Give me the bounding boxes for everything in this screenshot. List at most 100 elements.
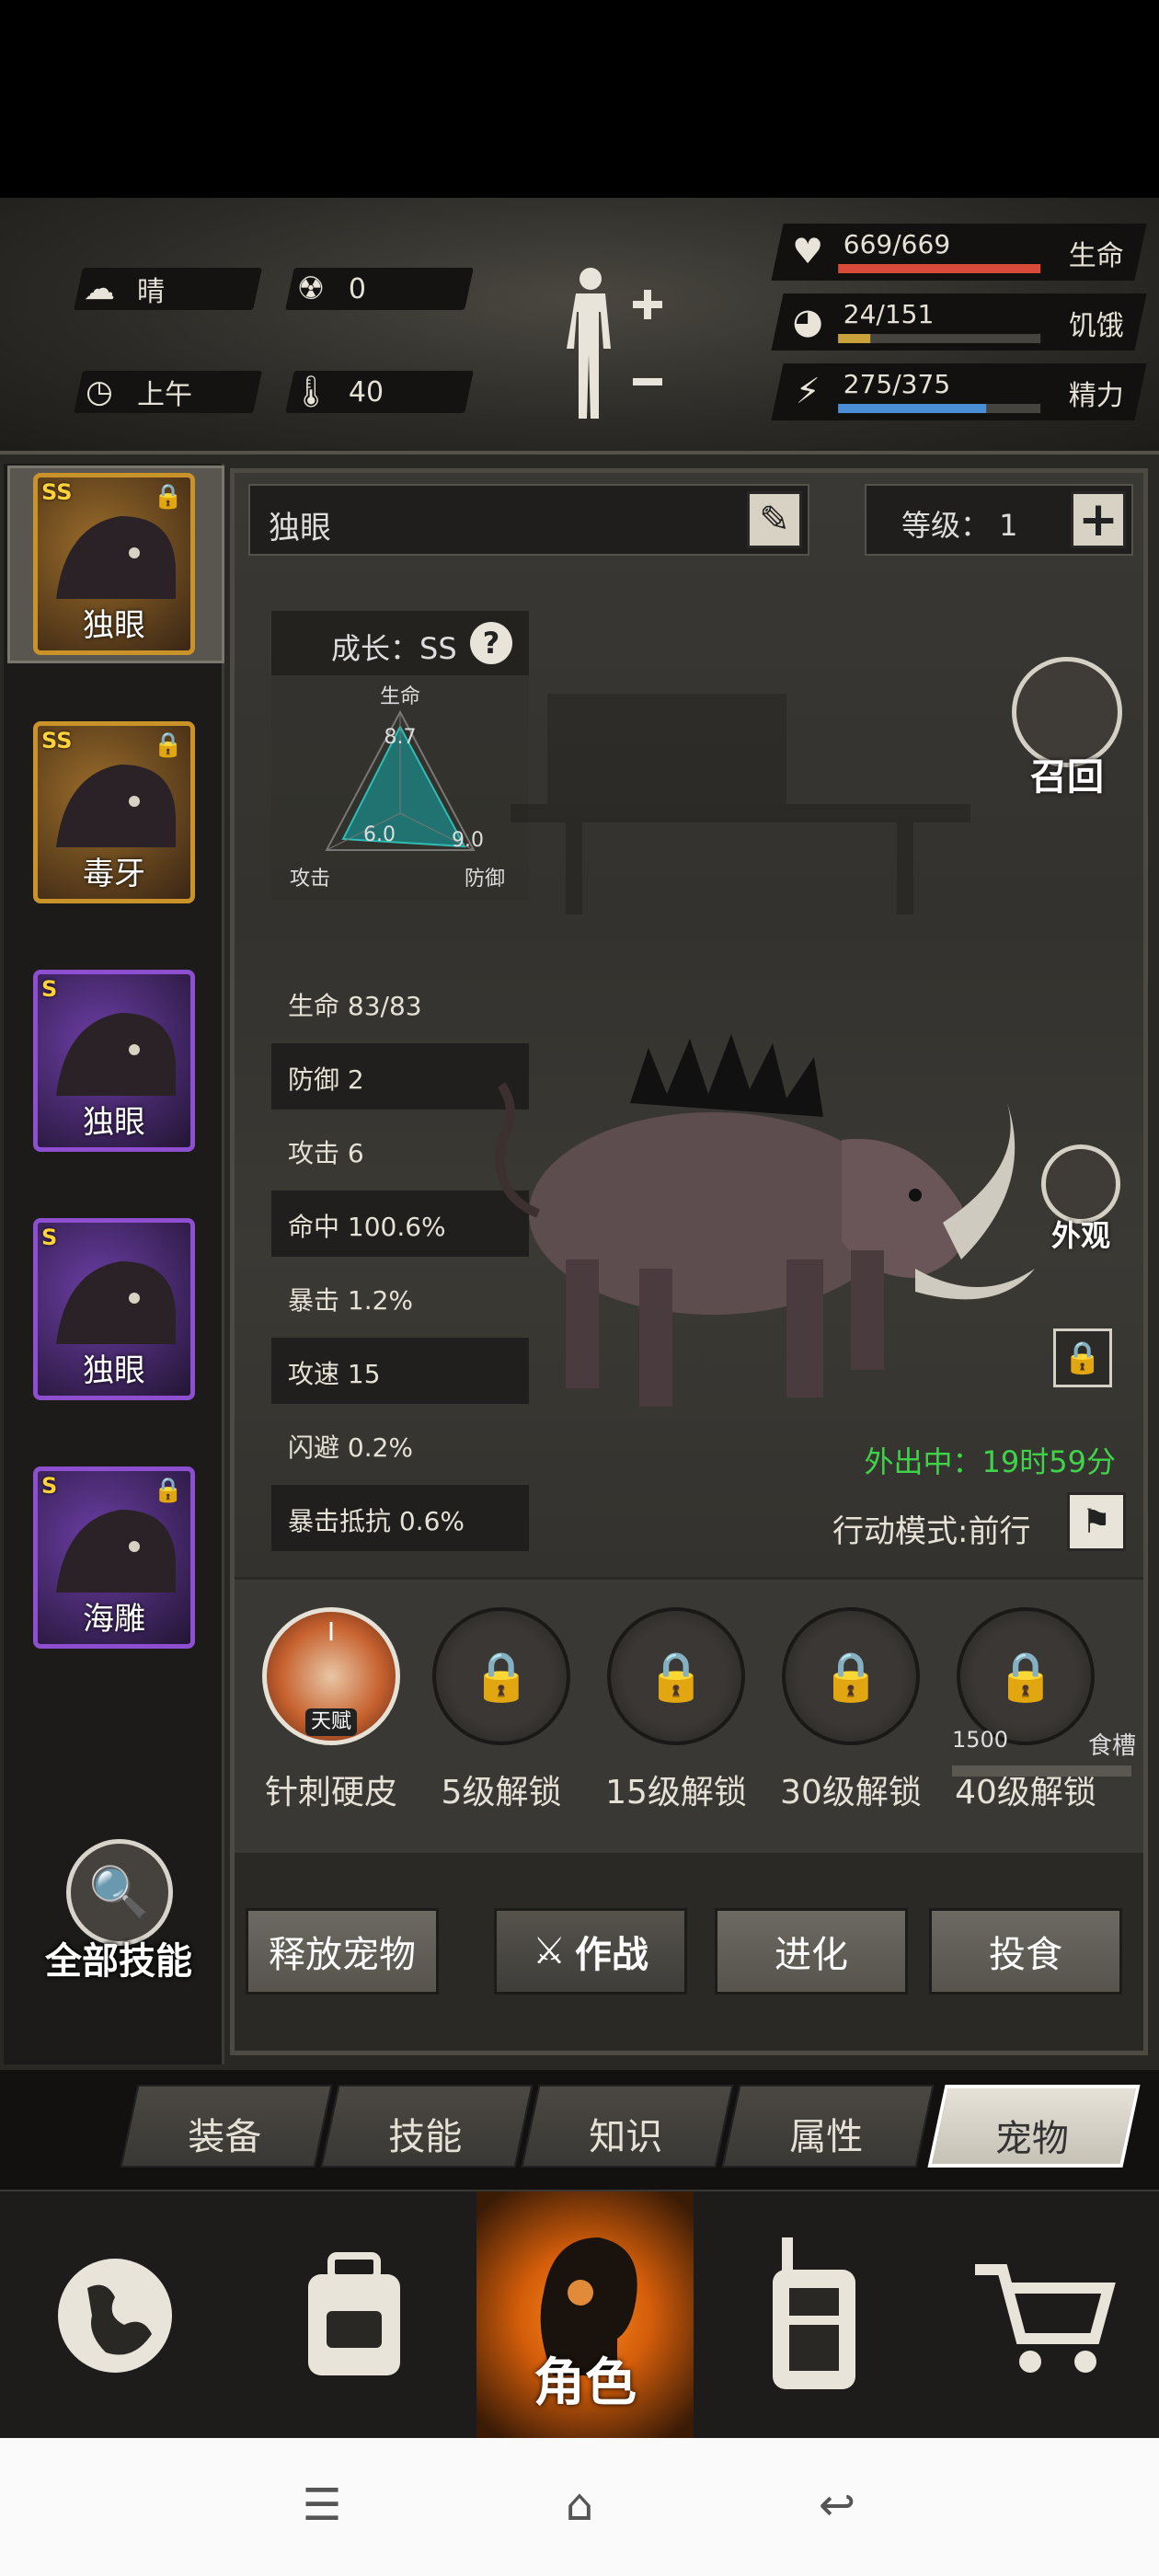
locked-skill-slot[interactable]: 🔒 30级解锁 (773, 1607, 929, 1813)
home-icon[interactable]: ⌂ (547, 2479, 612, 2535)
talent-badge: 天赋 (304, 1708, 357, 1736)
lock-icon: 🔒 (782, 1607, 920, 1745)
vital-1: ◕ 24/151 饥饿 (771, 293, 1147, 351)
nav-backpack[interactable] (239, 2191, 469, 2440)
pet-card-name: 毒牙 (83, 856, 145, 892)
pet-card-name: 独眼 (83, 607, 145, 644)
vital-bar-fill (838, 404, 987, 413)
skill-roman: I (327, 1616, 336, 1647)
plus-icon: + (1078, 492, 1119, 547)
evolve-label: 进化 (775, 1934, 848, 1976)
tab-bar: 装备 技能 知识 属性 宠物 (0, 2070, 1159, 2190)
pet-card[interactable]: SS 🔒 独眼 (33, 473, 195, 655)
fight-button[interactable]: ⚔ 作战 (494, 1908, 687, 1995)
temperature-indicator: 🌡 40 (285, 371, 474, 413)
help-icon[interactable]: ? (470, 622, 512, 664)
tab-skills[interactable]: 技能 (320, 2085, 534, 2168)
nav-role[interactable]: 角色 (476, 2191, 694, 2440)
skills-row: I 天赋 针刺硬皮 🔒 5级解锁 🔒 15级解锁 🔒 30级解锁 🔒 40级解锁 1500 食槽 (235, 1577, 1143, 1853)
trough-value: 1500 (952, 1727, 1009, 1753)
pet-grade: SS (41, 479, 73, 505)
tab-equipment[interactable]: 装备 (120, 2085, 333, 2168)
locked-skill-slot[interactable]: 🔒 40级解锁 (947, 1607, 1104, 1813)
pet-card[interactable]: S 独眼 (33, 1218, 195, 1400)
edit-name-button[interactable]: ✎ (747, 491, 802, 548)
clock-icon: ◷ (86, 374, 113, 410)
vital-name: 精力 (1068, 380, 1124, 412)
skill-label: 15级解锁 (605, 1774, 747, 1811)
pet-card[interactable]: SS 🔒 毒牙 (33, 721, 195, 903)
appearance-label: 外观 (1050, 1218, 1110, 1253)
walkie-talkie-icon (773, 2237, 855, 2389)
flag-icon: ⚑ (1081, 1502, 1112, 1541)
lock-toggle[interactable]: 🔒 (1053, 1328, 1112, 1387)
pet-name-field[interactable]: 独眼 ✎ (248, 484, 809, 556)
nav-radio[interactable] (699, 2191, 929, 2440)
stat-text: 攻击 6 (288, 1138, 364, 1168)
feed-button[interactable]: 投食 (929, 1908, 1122, 1995)
pet-card[interactable]: S 🔒 海雕 (33, 1466, 195, 1649)
recall-button[interactable]: 召回 (1007, 657, 1127, 800)
body-status-icon[interactable] (563, 262, 673, 428)
fight-label: 作战 (574, 1934, 648, 1976)
stat-text: 攻速 15 (288, 1359, 381, 1389)
back-icon[interactable]: ↩ (805, 2479, 869, 2535)
evolve-button[interactable]: 进化 (715, 1908, 908, 1995)
pencil-icon: ✎ (759, 499, 790, 541)
weather-indicator: ☁ 晴 (74, 268, 262, 310)
menu-icon[interactable]: ☰ (290, 2479, 354, 2535)
time-label: 上午 (137, 379, 192, 411)
bottom-navigation: 角色 (0, 2190, 1159, 2440)
lock-icon: 🔒 (432, 1607, 570, 1745)
locked-skill-slot[interactable]: 🔒 5级解锁 (423, 1607, 580, 1813)
vital-2: ⚡ 275/375 精力 (771, 363, 1147, 420)
tab-knowledge[interactable]: 知识 (521, 2085, 734, 2168)
tab-pets[interactable]: 宠物 (927, 2085, 1141, 2168)
system-navigation: ☰ ⌂ ↩ (0, 2438, 1159, 2576)
nav-world[interactable] (0, 2191, 230, 2440)
stat-text: 暴击 1.2% (288, 1285, 414, 1316)
growth-radar: 生命 8.7 攻击 6.0 防御 9.0 (271, 675, 529, 901)
level-label: 等级： 1 (901, 508, 1018, 543)
all-skills-button[interactable]: 🔍 全部技能 (40, 1839, 197, 1995)
lock-icon: 🔒 (957, 1607, 1095, 1745)
growth-label: 成长：SS (331, 631, 457, 666)
appearance-button[interactable]: 外观 (1035, 1144, 1127, 1255)
stat-row: 暴击抵抗 0.6% (271, 1485, 529, 1551)
pet-illustration (495, 1034, 1035, 1407)
level-up-button[interactable]: + (1071, 491, 1126, 548)
pet-scene: 独眼 ✎ 等级： 1 + 成长：SS ? 生命 8.7 攻击 6.0 防御 9.… (235, 473, 1143, 1577)
talent-skill[interactable]: I 天赋 针刺硬皮 (253, 1607, 409, 1813)
pet-name: 独眼 (269, 510, 331, 546)
temperature-value: 40 (349, 375, 384, 408)
radiation-value: 0 (349, 272, 367, 305)
locked-skill-slot[interactable]: 🔒 15级解锁 (598, 1607, 754, 1813)
pet-portrait (56, 1013, 176, 1096)
stat-text: 暴击抵抗 0.6% (288, 1506, 465, 1536)
status-bar: ☁ 晴 ☢ 0 ◷ 上午 🌡 40 ♥ 669/669 生命 ◕ 24/151 饥饿 ⚡ 27… (0, 198, 1159, 451)
pet-card[interactable]: S 独眼 (33, 970, 195, 1152)
skill-book-icon: 🔍 (66, 1839, 173, 1946)
radiation-indicator: ☢ 0 (285, 268, 474, 310)
background-workbench (511, 694, 970, 914)
pet-screen: SS 🔒 独眼 SS 🔒 毒牙 S 独眼 S 独眼 S 🔒 海雕 🔍 全部技能 独眼 ✎ 等级： 1 + (0, 451, 1159, 2070)
radar-hp-value: 8.7 (384, 726, 417, 749)
nav-shop[interactable] (929, 2191, 1159, 2440)
stat-row: 闪避 0.2% (271, 1411, 529, 1478)
vital-bar-fill (838, 264, 1041, 273)
tab-attributes[interactable]: 属性 (721, 2085, 935, 2168)
release-pet-button[interactable]: 释放宠物 (246, 1908, 439, 1995)
growth-row: 成长：SS ? (271, 611, 529, 675)
stat-text: 命中 100.6% (288, 1212, 446, 1242)
vital-bar (838, 334, 1041, 343)
vital-bar (838, 264, 1041, 273)
energy-icon: ⚡ (795, 371, 820, 411)
lock-icon: 🔒 (1062, 1340, 1103, 1376)
trough-label: 食槽 (1087, 1732, 1136, 1760)
vital-name: 饥饿 (1068, 310, 1124, 342)
thermometer-icon: 🌡 (291, 374, 331, 410)
radar-def-value: 9.0 (452, 829, 484, 852)
action-mode-button[interactable]: ⚑ (1067, 1492, 1126, 1551)
vital-value: 275/375 (843, 369, 951, 399)
action-mode-label: 行动模式:前行 (832, 1513, 1031, 1550)
